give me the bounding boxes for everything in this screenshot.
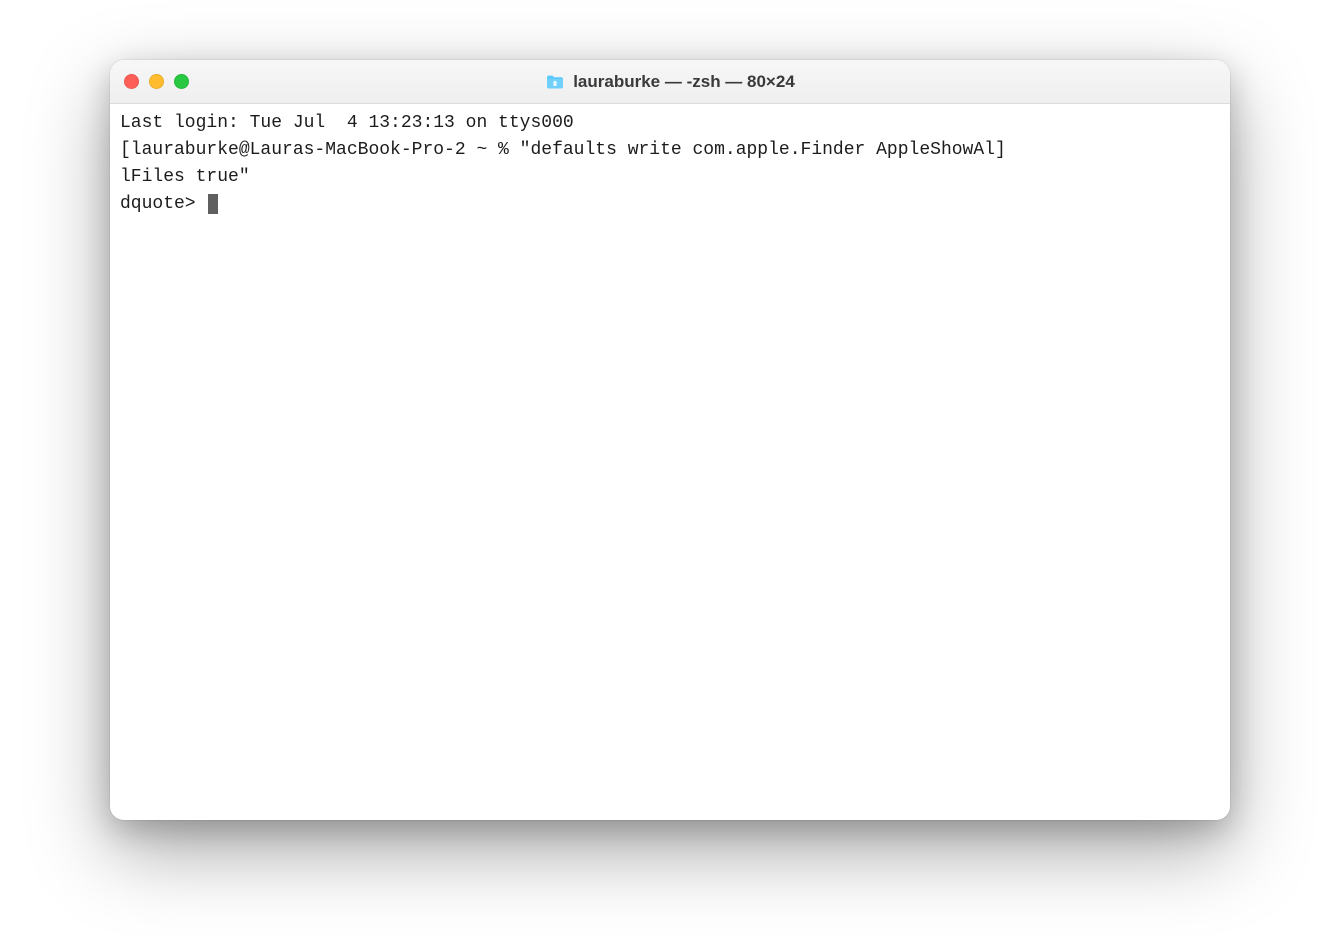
window-title-text: lauraburke — -zsh — 80×24	[573, 72, 795, 92]
minimize-button[interactable]	[149, 74, 164, 89]
terminal-line-command: [lauraburke@Lauras-MacBook-Pro-2 ~ % "de…	[120, 137, 1220, 164]
window-titlebar[interactable]: lauraburke — -zsh — 80×24	[110, 60, 1230, 104]
command-text-part1: "defaults write com.apple.Finder AppleSh…	[520, 140, 1006, 160]
text-cursor	[208, 194, 218, 214]
dquote-prompt: dquote>	[120, 194, 206, 214]
terminal-line-dquote: dquote>	[120, 191, 1220, 218]
close-button[interactable]	[124, 74, 139, 89]
zoom-button[interactable]	[174, 74, 189, 89]
home-folder-icon	[545, 74, 565, 90]
terminal-window: lauraburke — -zsh — 80×24 Last login: Tu…	[110, 60, 1230, 820]
terminal-line-login: Last login: Tue Jul 4 13:23:13 on ttys00…	[120, 110, 1220, 137]
traffic-lights	[124, 74, 189, 89]
terminal-output[interactable]: Last login: Tue Jul 4 13:23:13 on ttys00…	[110, 104, 1230, 820]
shell-prompt: [lauraburke@Lauras-MacBook-Pro-2 ~ %	[120, 140, 520, 160]
window-title: lauraburke — -zsh — 80×24	[124, 72, 1216, 92]
terminal-line-command-wrap: lFiles true"	[120, 164, 1220, 191]
